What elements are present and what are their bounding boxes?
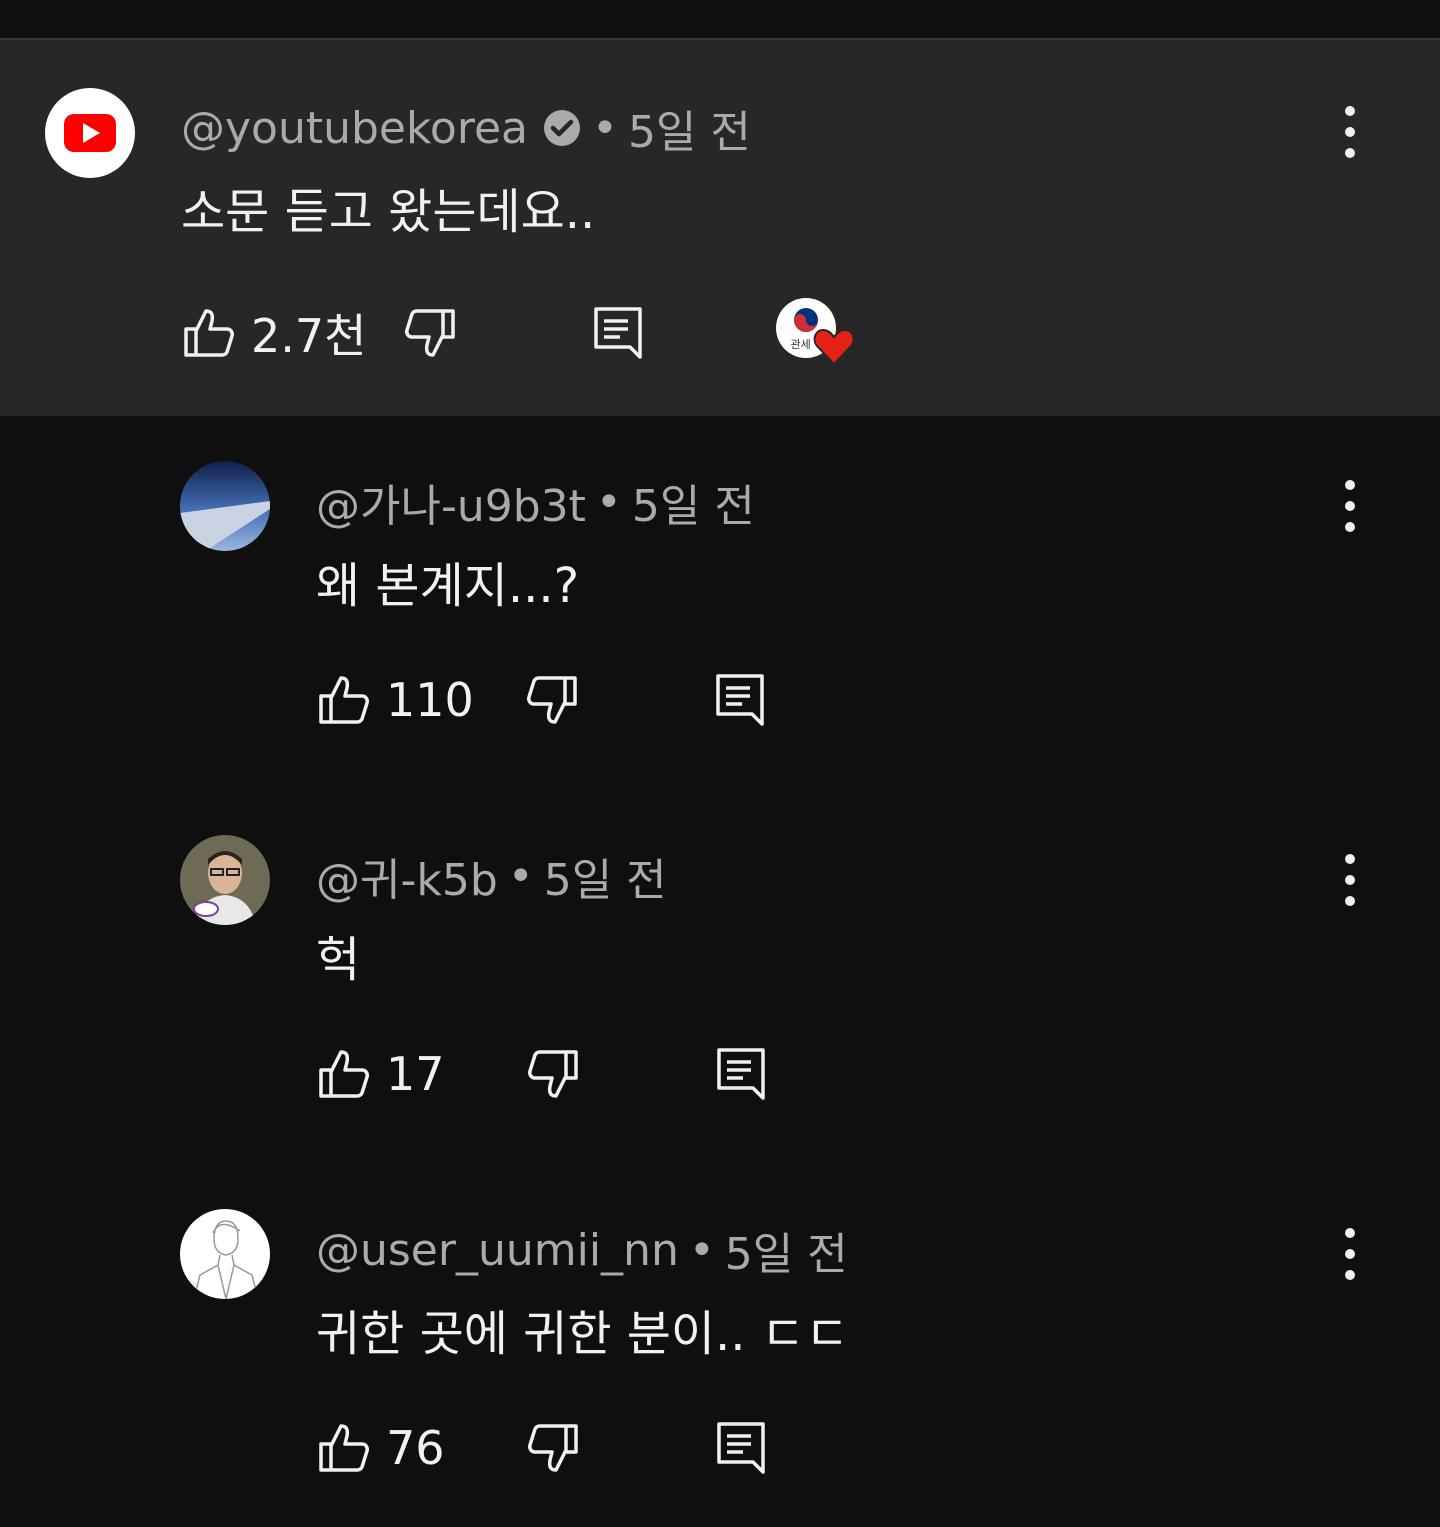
meta-separator: • <box>595 476 622 528</box>
reply-icon[interactable] <box>713 1046 769 1102</box>
dot <box>1345 148 1355 158</box>
dot <box>1345 875 1355 885</box>
comment-meta: @youtubekorea • 5일 전 <box>181 96 751 160</box>
meta-separator: • <box>591 102 618 154</box>
author-handle[interactable]: @귀-k5b <box>316 844 498 908</box>
comment-meta: @귀-k5b • 5일 전 <box>316 844 667 908</box>
comment-text: 헉 <box>316 932 361 988</box>
author-handle[interactable]: @user_uumii_nn <box>316 1225 679 1276</box>
like-icon[interactable] <box>316 1420 372 1476</box>
like-icon[interactable] <box>316 672 372 728</box>
comment-time[interactable]: 5일 전 <box>628 96 751 160</box>
top-bar <box>0 0 1440 40</box>
dot <box>1345 522 1355 532</box>
avatar[interactable] <box>45 88 135 178</box>
avatar[interactable] <box>180 461 270 551</box>
person-photo-avatar <box>180 835 270 925</box>
comment-actions: 2.7천 관세 <box>181 298 866 368</box>
dot <box>1345 896 1355 906</box>
dot <box>1345 1228 1355 1238</box>
sketch-avatar <box>193 1220 259 1299</box>
more-options-button[interactable] <box>1330 476 1370 536</box>
dot <box>1345 480 1355 490</box>
comment: @귀-k5b • 5일 전 헉 17 <box>0 790 1440 1164</box>
comment-meta: @user_uumii_nn • 5일 전 <box>316 1218 848 1282</box>
author-handle[interactable]: @youtubekorea <box>181 103 528 154</box>
comment-meta: @가나-u9b3t • 5일 전 <box>316 470 755 534</box>
comment-text: 왜 본계지...? <box>316 558 580 614</box>
comment: @user_uumii_nn • 5일 전 귀한 곳에 귀한 분이.. ㄷㄷ 7… <box>0 1164 1440 1527</box>
comment-time[interactable]: 5일 전 <box>632 470 755 534</box>
dislike-icon[interactable] <box>525 1420 581 1476</box>
dot <box>1345 501 1355 511</box>
comment-time[interactable]: 5일 전 <box>725 1218 848 1282</box>
sky-photo-avatar <box>180 461 270 551</box>
comment-text: 소문 듣고 왔는데요.. <box>181 184 596 240</box>
comment: @가나-u9b3t • 5일 전 왜 본계지...? 110 <box>0 416 1440 790</box>
more-options-button[interactable] <box>1330 850 1370 910</box>
dot <box>1345 106 1355 116</box>
like-icon[interactable] <box>181 305 237 361</box>
youtube-logo-icon <box>64 114 116 152</box>
comment-text: 귀한 곳에 귀한 분이.. ㄷㄷ <box>316 1306 850 1362</box>
author-handle[interactable]: @가나-u9b3t <box>316 470 586 534</box>
dislike-icon[interactable] <box>524 672 580 728</box>
reply-icon[interactable] <box>590 305 646 361</box>
reply-icon[interactable] <box>713 1420 769 1476</box>
verified-icon <box>543 110 580 146</box>
reply-icon[interactable] <box>712 672 768 728</box>
dot <box>1345 854 1355 864</box>
comment-highlighted: @youtubekorea • 5일 전 소문 듣고 왔는데요.. 2.7천 관… <box>0 40 1440 416</box>
like-count: 76 <box>386 1421 445 1475</box>
comment-actions: 110 <box>316 672 768 728</box>
like-count: 2.7천 <box>251 309 367 363</box>
creator-avatar-label: 관세 <box>790 338 811 351</box>
creator-heart[interactable]: 관세 <box>776 298 866 368</box>
comment-time[interactable]: 5일 전 <box>544 844 667 908</box>
like-icon[interactable] <box>316 1046 372 1102</box>
avatar[interactable] <box>180 835 270 925</box>
more-options-button[interactable] <box>1330 1224 1370 1284</box>
heart-icon <box>814 328 855 366</box>
like-count: 110 <box>386 673 474 727</box>
like-count: 17 <box>386 1047 445 1101</box>
comment-actions: 17 <box>316 1046 769 1102</box>
dislike-icon[interactable] <box>402 305 458 361</box>
more-options-button[interactable] <box>1330 102 1370 162</box>
meta-separator: • <box>507 850 534 902</box>
dot <box>1345 1249 1355 1259</box>
comment-actions: 76 <box>316 1420 769 1476</box>
dislike-icon[interactable] <box>525 1046 581 1102</box>
dot <box>1345 127 1355 137</box>
dot <box>1345 1270 1355 1280</box>
avatar[interactable] <box>180 1209 270 1299</box>
meta-separator: • <box>688 1224 715 1276</box>
